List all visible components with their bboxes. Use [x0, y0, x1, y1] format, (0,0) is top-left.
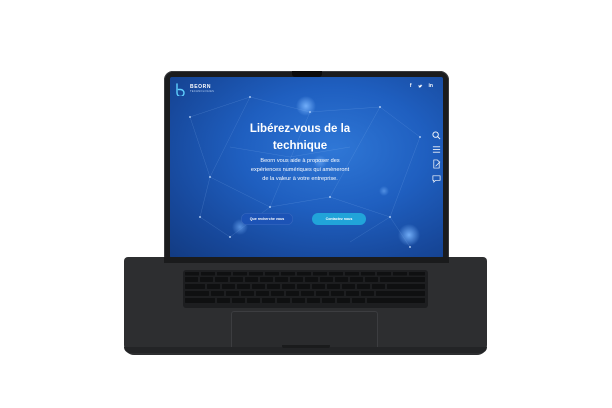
laptop-hinge [164, 257, 449, 263]
facebook-icon[interactable]: f [410, 84, 412, 91]
search-cta-button[interactable]: Que recherche vous [241, 213, 293, 225]
contact-button[interactable]: Contactez nous [312, 213, 366, 225]
hero-text-line2: expériences numériques qui amèneront [250, 167, 350, 173]
social-links: f in [410, 84, 433, 91]
side-toolbar [430, 131, 442, 183]
laptop-lid: BEORN TECHNOLOGIES f in Libérez-vous de … [164, 71, 449, 264]
hero-title-line1: Libérez-vous de la [249, 123, 351, 135]
brand-tagline: TECHNOLOGIES [190, 90, 215, 94]
keyboard-keys [185, 272, 425, 303]
hero-title: Libérez-vous de la technique [230, 121, 370, 155]
hero-description: Beorn vous aide à proposer des expérienc… [232, 157, 368, 184]
lid-opening-notch [282, 345, 330, 348]
edit-icon[interactable] [432, 159, 441, 169]
logo-wordmark: BEORN TECHNOLOGIES [190, 85, 214, 94]
beorn-logo-icon [176, 83, 185, 96]
hero-text-line3: de la valeur à votre entreprise. [262, 176, 338, 182]
website-screen: BEORN TECHNOLOGIES f in Libérez-vous de … [170, 77, 443, 258]
search-icon[interactable] [431, 131, 441, 140]
hero-text-line1: Beorn vous aide à proposer des [260, 158, 340, 164]
menu-icon[interactable] [432, 145, 441, 154]
brand-logo[interactable]: BEORN TECHNOLOGIES [174, 83, 214, 96]
chat-icon[interactable] [432, 174, 441, 183]
keyboard [183, 270, 428, 308]
twitter-icon[interactable] [417, 84, 423, 91]
hero-title-line2: technique [272, 140, 328, 152]
linkedin-icon[interactable]: in [429, 84, 433, 91]
